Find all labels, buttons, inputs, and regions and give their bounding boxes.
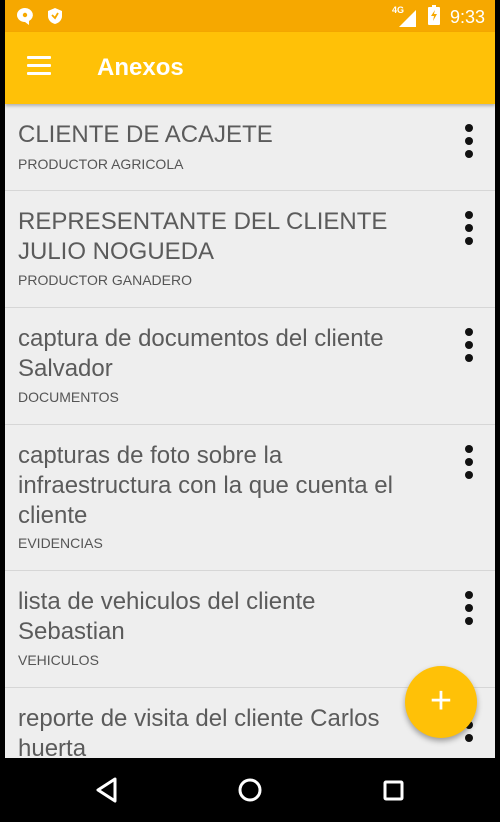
recents-square-icon[interactable] (373, 772, 413, 808)
item-subtitle: PRODUCTOR AGRICOLA (18, 156, 184, 172)
add-annex-button[interactable]: + (405, 666, 477, 738)
back-triangle-icon[interactable] (87, 772, 127, 808)
hamburger-menu-icon[interactable] (27, 56, 53, 78)
item-title: capturas de foto sobre la infraestructur… (18, 442, 393, 529)
more-vert-icon[interactable] (459, 124, 479, 160)
annex-list[interactable]: CLIENTE DE ACAJETE PRODUCTOR AGRICOLA RE… (5, 104, 495, 758)
item-subtitle: VEHICULOS (18, 652, 99, 668)
item-title: lista de vehiculos del cliente Sebastian (18, 588, 316, 645)
app-bar: Anexos (5, 32, 495, 104)
more-vert-icon[interactable] (459, 445, 479, 481)
app-title: Anexos (97, 54, 184, 81)
signal-icon: 4G (392, 5, 418, 28)
item-subtitle: EVIDENCIAS (18, 535, 103, 551)
navigation-bar (5, 758, 495, 822)
chat-notification-icon (15, 6, 35, 31)
shield-notification-icon (47, 7, 63, 30)
item-title: CLIENTE DE ACAJETE (18, 121, 273, 148)
item-subtitle: DOCUMENTOS (18, 389, 119, 405)
more-vert-icon[interactable] (459, 328, 479, 364)
device-screen: 4G 9:33 Anexos CLIENTE DE ACAJETE PRODUC… (5, 0, 495, 822)
item-title: REPRESENTANTE DEL CLIENTE JULIO NOGUEDA (18, 208, 388, 265)
battery-icon (427, 5, 440, 30)
home-circle-icon[interactable] (230, 772, 270, 808)
list-item[interactable]: captura de documentos del cliente Salvad… (5, 308, 495, 425)
more-vert-icon[interactable] (459, 591, 479, 627)
item-subtitle: PRODUCTOR GANADERO (18, 272, 192, 288)
clock: 9:33 (449, 7, 485, 27)
list-item[interactable]: CLIENTE DE ACAJETE PRODUCTOR AGRICOLA (5, 104, 495, 191)
more-vert-icon[interactable] (459, 211, 479, 247)
list-item[interactable]: REPRESENTANTE DEL CLIENTE JULIO NOGUEDA … (5, 191, 495, 308)
item-title: reporte de visita del cliente Carlos hue… (18, 705, 380, 758)
status-bar: 4G 9:33 (5, 0, 495, 32)
item-title: captura de documentos del cliente Salvad… (18, 325, 384, 382)
list-item[interactable]: capturas de foto sobre la infraestructur… (5, 425, 495, 571)
